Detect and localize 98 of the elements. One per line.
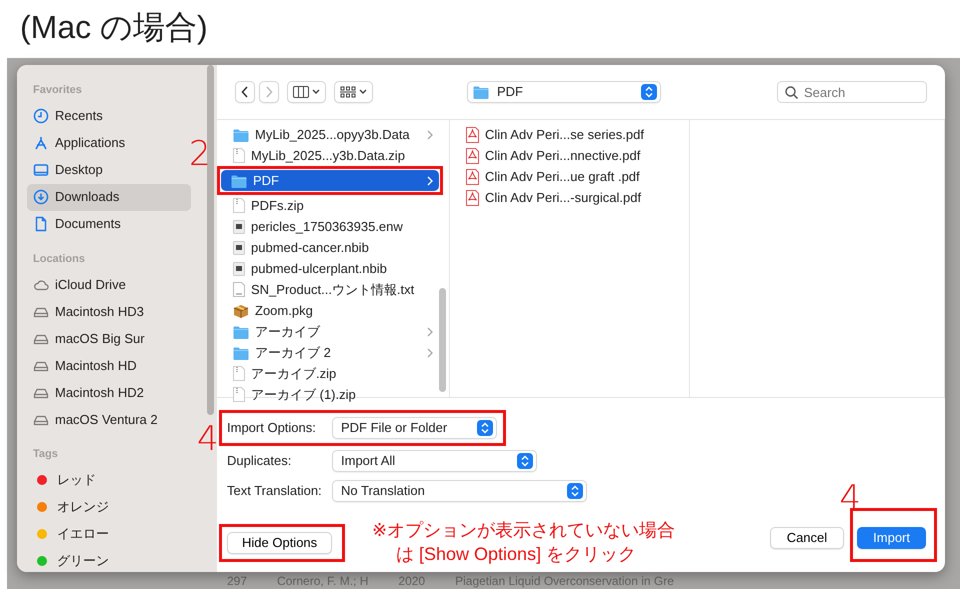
file-row[interactable]: Clin Adv Peri...-surgical.pdf bbox=[456, 187, 679, 208]
scrollbar-thumb[interactable] bbox=[207, 65, 214, 415]
section-title: Tags bbox=[33, 447, 58, 462]
file-row[interactable]: PDFs.zip bbox=[223, 195, 439, 216]
section-title: Locations bbox=[33, 252, 85, 266]
annotation-note: ※オプションが表示されていない場合 は [Show Options] をクリック bbox=[372, 519, 676, 566]
sidebar-item[interactable]: iCloud Drive bbox=[27, 271, 191, 298]
step-number: 2 bbox=[189, 137, 211, 171]
background-table-text: Piagetian Liquid Overconservation in Gre bbox=[455, 574, 674, 589]
grid-icon bbox=[340, 86, 356, 98]
zip-file-icon bbox=[233, 366, 245, 381]
sidebar-item[interactable]: レッド bbox=[27, 466, 191, 494]
pdf-file-icon bbox=[466, 126, 479, 142]
option-label: Duplicates: bbox=[227, 452, 292, 470]
dialog-button[interactable]: Hide Options bbox=[227, 532, 332, 554]
file-row[interactable]: PDF bbox=[221, 170, 439, 191]
folder-icon bbox=[231, 174, 247, 188]
file-row[interactable]: Zoom.pkg bbox=[223, 300, 439, 321]
chevron-right-icon bbox=[427, 348, 433, 358]
document-icon bbox=[33, 216, 49, 232]
zip-file-icon bbox=[233, 148, 245, 163]
caret-icon bbox=[359, 89, 367, 95]
file-row[interactable]: Clin Adv Peri...nnective.pdf bbox=[456, 145, 679, 166]
step-number: 4 bbox=[197, 422, 219, 456]
page-heading: (Mac の場合) bbox=[19, 8, 209, 47]
sidebar-item[interactable]: macOS Big Sur bbox=[27, 325, 191, 352]
sidebar-item[interactable]: グリーン bbox=[27, 548, 191, 574]
pdf-file-icon bbox=[466, 190, 479, 206]
file-row[interactable]: SN_Product...ウント情報.txt bbox=[223, 279, 439, 300]
file-row[interactable]: MyLib_2025...y3b.Data.zip bbox=[223, 145, 439, 166]
file-row[interactable]: Clin Adv Peri...ue graft .pdf bbox=[456, 166, 679, 187]
chevron-left-icon bbox=[241, 86, 249, 98]
zip-file-icon bbox=[233, 198, 245, 213]
pdf-file-icon bbox=[466, 148, 479, 164]
clock-icon bbox=[33, 108, 49, 124]
search-field[interactable]: Search bbox=[777, 81, 927, 103]
file-row[interactable]: アーカイブ bbox=[223, 321, 439, 342]
sidebar-item[interactable]: macOS Ventura 2 bbox=[27, 406, 191, 433]
chevron-right-icon bbox=[427, 176, 433, 186]
display-icon bbox=[33, 162, 49, 178]
file-row[interactable]: アーカイブ.zip bbox=[223, 363, 439, 384]
chevron-right-icon bbox=[427, 326, 433, 336]
stepper-icon bbox=[477, 420, 493, 436]
option-popup[interactable]: Import All bbox=[332, 450, 537, 472]
location-popup[interactable]: PDF bbox=[467, 81, 661, 103]
chevron-right-icon bbox=[427, 130, 433, 140]
step-number: 4 bbox=[839, 481, 861, 515]
file-row[interactable]: pubmed-cancer.nbib bbox=[223, 237, 439, 258]
group-button[interactable] bbox=[334, 81, 373, 103]
file-row[interactable]: Clin Adv Peri...se series.pdf bbox=[456, 124, 679, 145]
option-label: Import Options: bbox=[227, 419, 317, 438]
pdf-file-icon bbox=[466, 168, 479, 184]
dialog-button[interactable]: Cancel bbox=[770, 527, 844, 549]
file-row[interactable]: MyLib_2025...opyy3b.Data bbox=[223, 124, 439, 145]
file-row[interactable]: pericles_1750363935.enw bbox=[223, 216, 439, 237]
text-file-icon bbox=[233, 282, 245, 297]
sidebar-item[interactable]: オレンジ bbox=[27, 494, 191, 520]
option-popup[interactable]: No Translation bbox=[332, 480, 587, 502]
download-icon bbox=[33, 189, 49, 205]
columns-icon bbox=[293, 86, 309, 98]
sidebar-item[interactable]: Recents bbox=[27, 102, 191, 130]
folder-icon bbox=[233, 128, 249, 142]
data-file-icon bbox=[233, 262, 245, 276]
background-table-text: Cornero, F. M.; H bbox=[277, 574, 368, 589]
folder-icon bbox=[233, 324, 249, 338]
dialog-button[interactable]: Import bbox=[857, 527, 926, 549]
scrollbar-thumb[interactable] bbox=[439, 288, 446, 392]
section-title: Favorites bbox=[33, 83, 82, 98]
background-table-text: 2020 bbox=[398, 574, 426, 589]
column-view-button[interactable] bbox=[287, 81, 326, 103]
folder-icon bbox=[473, 85, 489, 99]
file-row[interactable]: pubmed-ulcerplant.nbib bbox=[223, 258, 439, 279]
sidebar-item[interactable]: Macintosh HD bbox=[27, 352, 191, 379]
stepper-icon bbox=[517, 453, 533, 469]
sidebar-item[interactable]: Desktop bbox=[27, 156, 191, 184]
compass-tool-icon bbox=[33, 135, 49, 151]
file-row[interactable]: アーカイブ 2 bbox=[223, 342, 439, 363]
package-icon bbox=[233, 303, 249, 318]
sidebar-item[interactable]: Macintosh HD2 bbox=[27, 379, 191, 406]
sidebar-item[interactable]: Downloads bbox=[27, 184, 191, 210]
option-popup[interactable]: PDF File or Folder bbox=[332, 417, 497, 439]
sidebar-item[interactable]: Macintosh HD3 bbox=[27, 298, 191, 325]
zip-file-icon bbox=[233, 387, 245, 402]
background-table-text: 297 bbox=[227, 574, 248, 589]
data-file-icon bbox=[233, 220, 245, 234]
sidebar-item[interactable]: イエロー bbox=[27, 520, 191, 548]
search-icon bbox=[785, 86, 798, 99]
option-label: Text Translation: bbox=[227, 482, 323, 500]
sidebar-item[interactable]: Applications bbox=[27, 130, 191, 156]
data-file-icon bbox=[233, 240, 245, 254]
back-button[interactable] bbox=[235, 81, 255, 103]
caret-icon bbox=[312, 89, 320, 95]
chevron-right-icon bbox=[265, 86, 273, 98]
sidebar-item[interactable]: Documents bbox=[27, 210, 191, 238]
folder-icon bbox=[233, 346, 249, 360]
stepper-icon bbox=[641, 84, 657, 100]
stepper-icon bbox=[567, 483, 583, 499]
file-row[interactable]: アーカイブ (1).zip bbox=[223, 384, 439, 405]
